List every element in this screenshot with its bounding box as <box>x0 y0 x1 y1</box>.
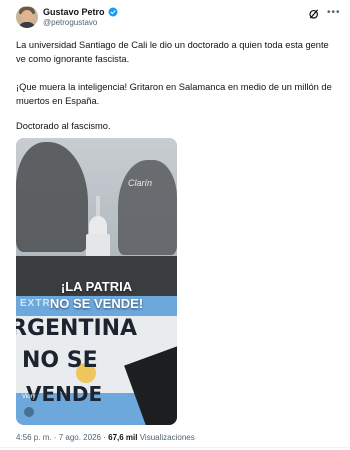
media-watermark: Clarín <box>128 178 153 188</box>
author-display-name[interactable]: Gustavo Petro <box>43 7 105 17</box>
media-building-spire <box>96 196 100 218</box>
media-flag-word-3: VENDE <box>26 382 103 406</box>
post: Gustavo Petro @petrogustavo ••• La unive… <box>0 0 350 450</box>
post-text-paragraph-1: La universidad Santiago de Cali le dio u… <box>16 40 329 64</box>
avatar[interactable] <box>16 6 38 28</box>
avatar-shirt <box>18 22 36 28</box>
media-flag-word-1: RGENTINA <box>16 316 138 341</box>
more-options-icon[interactable]: ••• <box>327 7 341 19</box>
media-source-logo: Viory <box>22 394 36 400</box>
author-name-row[interactable]: Gustavo Petro <box>43 6 118 18</box>
post-text-paragraph-3: Doctorado al fascismo. <box>16 121 111 131</box>
media-caption: ¡LA PATRIA NO SE VENDE! <box>16 278 177 312</box>
meta-separator: · <box>53 433 57 442</box>
media-caption-line-1: ¡LA PATRIA <box>60 279 133 294</box>
meta-separator: · <box>103 433 106 442</box>
post-date[interactable]: 7 ago. 2026 <box>59 433 101 442</box>
views-label: Visualizaciones <box>139 433 195 442</box>
author-handle[interactable]: @petrogustavo <box>43 18 97 27</box>
grok-icon[interactable] <box>308 8 320 20</box>
media-caption-line-2: NO SE VENDE! <box>49 296 144 311</box>
post-time[interactable]: 4:56 p. m. <box>16 433 52 442</box>
post-meta: 4:56 p. m. · 7 ago. 2026 · 67,6 mil Visu… <box>16 433 195 442</box>
post-media-video[interactable]: Clarín EXTR RGENTINA NO SE VENDE ¡LA PAT… <box>16 138 177 425</box>
media-play-badge-icon[interactable] <box>24 407 34 417</box>
divider <box>0 447 350 448</box>
views-count: 67,6 mil <box>108 433 138 442</box>
verified-badge-icon <box>108 7 118 17</box>
media-building-dome <box>89 216 107 236</box>
media-tree-right <box>118 160 177 255</box>
media-flag-word-2: NO SE <box>22 348 98 373</box>
post-text-paragraph-2: ¡Que muera la inteligencia! Gritaron en … <box>16 82 332 106</box>
